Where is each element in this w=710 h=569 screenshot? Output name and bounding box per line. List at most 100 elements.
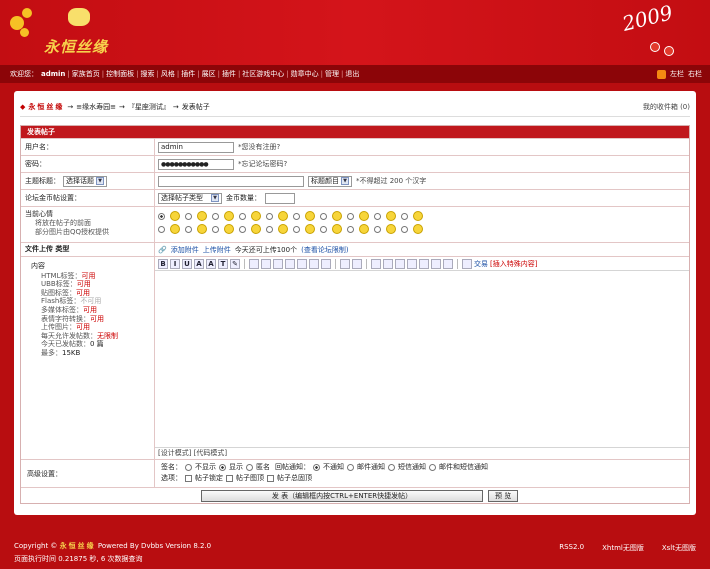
view-limit-link[interactable]: (查看论坛限制) [301,245,348,255]
mood-radio[interactable] [158,225,165,233]
mood-radio[interactable] [374,212,381,220]
mood-radio[interactable] [320,212,327,220]
notify-email-radio[interactable] [347,464,354,471]
nav-item-logout[interactable]: 退出 [345,69,359,79]
breadcrumb-site[interactable]: 永恒丝缘 [28,102,64,112]
mood-radio[interactable] [185,212,192,220]
mood-radio[interactable] [293,212,300,220]
shield-icon[interactable] [462,258,472,269]
register-link[interactable]: *您没有注册? [238,142,280,152]
outdent-icon[interactable] [443,258,453,269]
nav-item-search[interactable]: 搜索 [141,69,155,79]
align-left-icon[interactable] [371,258,381,269]
mood-radio[interactable] [239,225,246,233]
mood-radio[interactable] [293,225,300,233]
left-column-link[interactable]: 左栏 [670,69,684,79]
right-column-link[interactable]: 右栏 [688,69,702,79]
nav-username[interactable]: admin [41,70,65,78]
align-right-icon[interactable] [395,258,405,269]
mood-radio[interactable] [185,225,192,233]
sign-hide-radio[interactable] [185,464,192,471]
nav-item-admin[interactable]: 管理 [325,69,339,79]
italic-icon[interactable]: I [170,258,180,269]
indent-icon[interactable] [431,258,441,269]
rss-link[interactable]: RSS2.0 [559,543,584,553]
font-color-icon[interactable]: A [206,258,216,269]
sign-show-radio[interactable] [219,464,226,471]
rss-icon[interactable] [657,69,666,79]
nav-item-plugin[interactable]: 插件 [181,69,195,79]
inbox-link[interactable]: 我的收件箱 (0) [643,102,690,112]
subject-input[interactable] [158,175,304,187]
mood-radio[interactable] [320,225,327,233]
table-icon[interactable] [309,258,319,269]
top-nav: 欢迎您： admin | 家族首页 | 控制面板 | 搜索 | 风格 | 插件 | 展区 |… [0,65,710,83]
footer-site[interactable]: 永恒丝缘 [60,542,96,550]
post-type-select[interactable]: 选择帖子类型 ▼ [158,192,222,204]
xhtml-link[interactable]: Xhtml无图版 [602,543,644,553]
nav-item-plugin2[interactable]: 插件 [222,69,236,79]
strike-icon[interactable]: A [194,258,204,269]
mood-radio[interactable] [374,225,381,233]
mood-radio[interactable] [347,212,354,220]
nav-item-exhibit[interactable]: 展区 [202,69,216,79]
pencil-icon[interactable]: ✎ [230,258,240,269]
camera-icon[interactable] [261,258,271,269]
pin-checkbox[interactable] [226,475,233,482]
breadcrumb: ◆ 永恒丝缘 → ≡缘水寿园≡ → 『星座测试』 → 发表帖子 我的收件箱 (0… [20,102,690,112]
list-icon[interactable] [407,258,417,269]
underline-icon[interactable]: U [182,258,192,269]
insert-special-link[interactable]: [插入特殊内容] [490,259,537,269]
site-logo[interactable]: 永恒丝缘 [6,2,116,60]
notify-sms-radio[interactable] [388,464,395,471]
code-icon[interactable] [321,258,331,269]
image-icon[interactable] [273,258,283,269]
mood-radio[interactable] [401,212,408,220]
nav-item-home[interactable]: 家族首页 [72,69,100,79]
quote-icon[interactable] [340,258,350,269]
smiley-icon[interactable] [249,258,259,269]
nav-item-medals[interactable]: 勋章中心 [291,69,319,79]
media-icon[interactable] [297,258,307,269]
mood-radio[interactable] [239,212,246,220]
add-attachment-link[interactable]: 添加附件 [171,245,199,255]
preview-button[interactable]: 预 览 [488,489,519,502]
nav-item-control-panel[interactable]: 控制面板 [106,69,134,79]
link-icon[interactable] [352,258,362,269]
mood-radio[interactable] [347,225,354,233]
mood-radio[interactable] [266,225,273,233]
mood-radio[interactable] [401,225,408,233]
mood-radio[interactable] [212,225,219,233]
numbered-list-icon[interactable] [419,258,429,269]
smiley-icon [251,211,261,221]
upload-attachment-link[interactable]: 上传附件 [203,245,231,255]
notify-both-radio[interactable] [429,464,436,471]
mood-radio[interactable] [158,212,165,220]
password-input[interactable]: ●●●●●●●●●●● [158,158,234,170]
xslt-link[interactable]: Xslt无图版 [662,543,696,553]
sign-anon-radio[interactable] [246,464,253,471]
nav-item-style[interactable]: 风格 [161,69,175,79]
mood-radio[interactable] [266,212,273,220]
breadcrumb-board2[interactable]: 『星座测试』 [128,102,170,112]
title-color-select[interactable]: 标题颜目 ▼ [308,175,352,187]
username-input[interactable]: admin [158,141,234,153]
breadcrumb-board1[interactable]: ≡缘水寿园≡ [76,102,116,112]
bg-color-icon[interactable]: T [218,258,228,269]
nav-item-games[interactable]: 社区游戏中心 [242,69,284,79]
editor-mode-tabs[interactable]: [设计模式] [代码模式] [155,447,689,459]
lock-checkbox[interactable] [185,475,192,482]
editor-textarea[interactable] [155,271,689,447]
post-form: 发表帖子 用户名： admin *您没有注册? 密码： ●●●●●●●●●●● *忘… [20,125,690,504]
topic-select[interactable]: 选择话题 ▼ [63,175,107,187]
align-center-icon[interactable] [383,258,393,269]
global-pin-checkbox[interactable] [267,475,274,482]
bold-icon[interactable]: B [158,258,168,269]
mood-radio[interactable] [212,212,219,220]
flash-icon[interactable] [285,258,295,269]
submit-button[interactable]: 发 表（编辑框内按CTRL+ENTER快捷发帖） [201,489,483,502]
forgot-password-link[interactable]: *忘记论坛密码? [238,159,287,169]
notify-none-radio[interactable] [313,464,320,471]
exchange-link[interactable]: 交易 [474,259,488,269]
coin-qty-input[interactable] [265,192,295,204]
